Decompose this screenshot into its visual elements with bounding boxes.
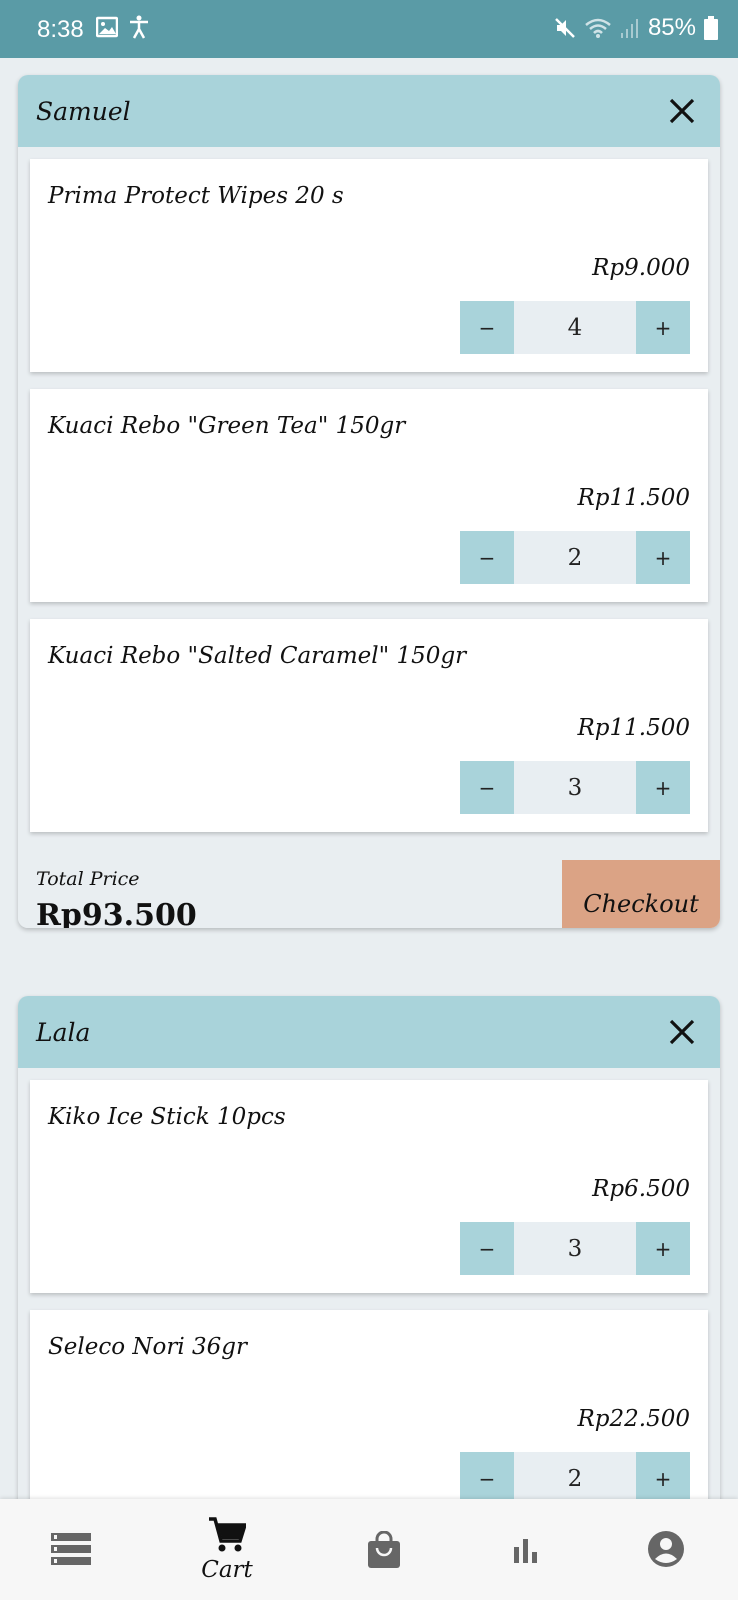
quantity-value: 4 (514, 301, 636, 354)
increment-button[interactable]: + (636, 301, 690, 354)
cart-item: Kuaci Rebo "Green Tea" 150gr Rp11.500 − … (30, 389, 708, 602)
bottom-navigation: Cart (0, 1499, 738, 1600)
decrement-button[interactable]: − (460, 1452, 514, 1499)
shopping-bag-icon (368, 1531, 400, 1568)
order-card: Lala Kiko Ice Stick 10pcs Rp6.500 − 3 + … (18, 996, 720, 1499)
total-price: Rp93.500 (36, 898, 197, 928)
accessibility-icon (130, 15, 148, 39)
order-header: Samuel (18, 75, 720, 147)
mute-icon (555, 18, 575, 38)
nav-orders[interactable] (11, 1499, 131, 1600)
cart-item: Kiko Ice Stick 10pcs Rp6.500 − 3 + (30, 1080, 708, 1293)
status-bar: 8:38 85% (0, 0, 738, 58)
item-price: Rp6.500 (592, 1176, 690, 1202)
item-list: Kiko Ice Stick 10pcs Rp6.500 − 3 + Selec… (18, 1068, 720, 1499)
customer-name: Lala (36, 1018, 91, 1047)
cart-item: Kuaci Rebo "Salted Caramel" 150gr Rp11.5… (30, 619, 708, 832)
close-icon[interactable] (666, 1016, 698, 1048)
nav-account[interactable] (606, 1499, 726, 1600)
item-price: Rp9.000 (592, 255, 690, 281)
item-price: Rp22.500 (577, 1406, 690, 1432)
item-name: Prima Protect Wipes 20 s (48, 183, 344, 209)
item-name: Kuaci Rebo "Green Tea" 150gr (48, 413, 406, 439)
cart-item: Seleco Nori 36gr Rp22.500 − 2 + (30, 1310, 708, 1499)
quantity-value: 3 (514, 1222, 636, 1275)
increment-button[interactable]: + (636, 531, 690, 584)
item-list: Prima Protect Wipes 20 s Rp9.000 − 4 + K… (18, 147, 720, 840)
item-price: Rp11.500 (577, 485, 690, 511)
account-icon (648, 1531, 684, 1567)
nav-shop[interactable] (324, 1499, 444, 1600)
quantity-stepper: − 3 + (460, 1222, 690, 1275)
decrement-button[interactable]: − (460, 531, 514, 584)
quantity-value: 3 (514, 761, 636, 814)
nav-label: Cart (201, 1557, 253, 1583)
nav-cart[interactable]: Cart (167, 1499, 287, 1600)
quantity-value: 2 (514, 1452, 636, 1499)
quantity-stepper: − 2 + (460, 531, 690, 584)
image-icon (96, 16, 118, 38)
battery-icon (704, 16, 718, 40)
signal-icon (620, 19, 638, 38)
increment-button[interactable]: + (636, 761, 690, 814)
battery-percent: 85% (647, 14, 696, 41)
decrement-button[interactable]: − (460, 1222, 514, 1275)
quantity-stepper: − 4 + (460, 301, 690, 354)
quantity-stepper: − 2 + (460, 1452, 690, 1499)
status-time: 8:38 (37, 16, 84, 43)
cart-icon (209, 1517, 246, 1552)
order-header: Lala (18, 996, 720, 1068)
increment-button[interactable]: + (636, 1452, 690, 1499)
item-price: Rp11.500 (577, 715, 690, 741)
item-name: Kiko Ice Stick 10pcs (48, 1104, 286, 1130)
cart-item: Prima Protect Wipes 20 s Rp9.000 − 4 + (30, 159, 708, 372)
list-icon (51, 1533, 91, 1565)
customer-name: Samuel (36, 97, 131, 126)
bar-chart-icon (514, 1539, 537, 1563)
decrement-button[interactable]: − (460, 301, 514, 354)
item-name: Kuaci Rebo "Salted Caramel" 150gr (48, 643, 467, 669)
item-name: Seleco Nori 36gr (48, 1334, 247, 1360)
nav-stats[interactable] (466, 1499, 586, 1600)
quantity-stepper: − 3 + (460, 761, 690, 814)
order-card: Samuel Prima Protect Wipes 20 s Rp9.000 … (18, 75, 720, 928)
decrement-button[interactable]: − (460, 761, 514, 814)
increment-button[interactable]: + (636, 1222, 690, 1275)
quantity-value: 2 (514, 531, 636, 584)
wifi-icon (585, 18, 611, 38)
order-footer: Total Price Rp93.500 Checkout (18, 840, 720, 928)
total-label: Total Price (36, 868, 140, 890)
cart-list[interactable]: Samuel Prima Protect Wipes 20 s Rp9.000 … (0, 58, 738, 1499)
close-icon[interactable] (666, 95, 698, 127)
checkout-button[interactable]: Checkout (562, 860, 720, 928)
